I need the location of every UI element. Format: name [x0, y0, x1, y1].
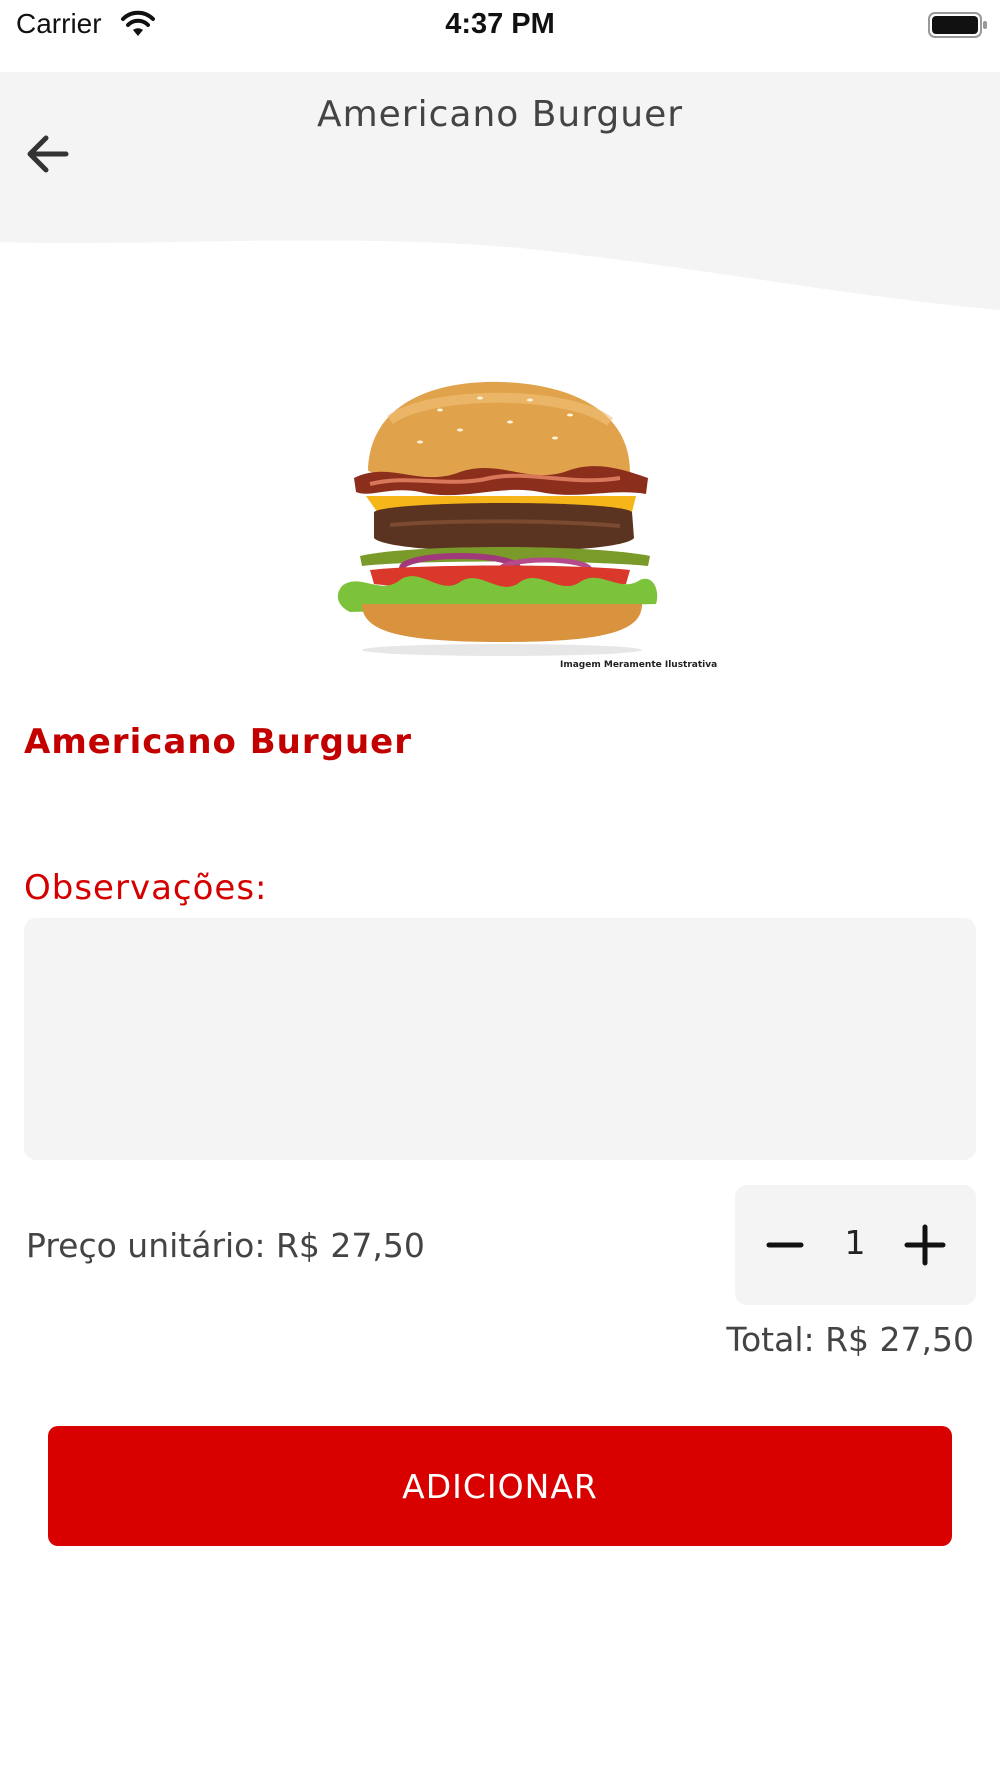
clock: 4:37 PM	[445, 8, 555, 40]
quantity-value: 1	[844, 1223, 866, 1262]
plus-icon[interactable]	[895, 1215, 955, 1275]
arrow-left-icon[interactable]	[20, 126, 76, 182]
quantity-stepper: 1	[735, 1185, 976, 1305]
total-price: Total: R$ 27,50	[726, 1320, 974, 1359]
unit-price: Preço unitário: R$ 27,50	[26, 1226, 425, 1265]
product-name: Americano Burguer	[24, 722, 412, 762]
add-button[interactable]: ADICIONAR	[48, 1426, 952, 1546]
observations-label: Observações:	[24, 868, 268, 908]
observations-input[interactable]	[24, 918, 976, 1160]
battery-icon	[928, 12, 987, 38]
status-bar: Carrier 4:37 PM	[0, 0, 1000, 72]
minus-icon[interactable]	[755, 1215, 815, 1275]
product-image	[337, 381, 658, 656]
header: Americano Burguer	[0, 72, 1000, 322]
page-title: Americano Burguer	[316, 94, 684, 135]
image-caption: Imagem Meramente Ilustrativa	[560, 660, 718, 670]
